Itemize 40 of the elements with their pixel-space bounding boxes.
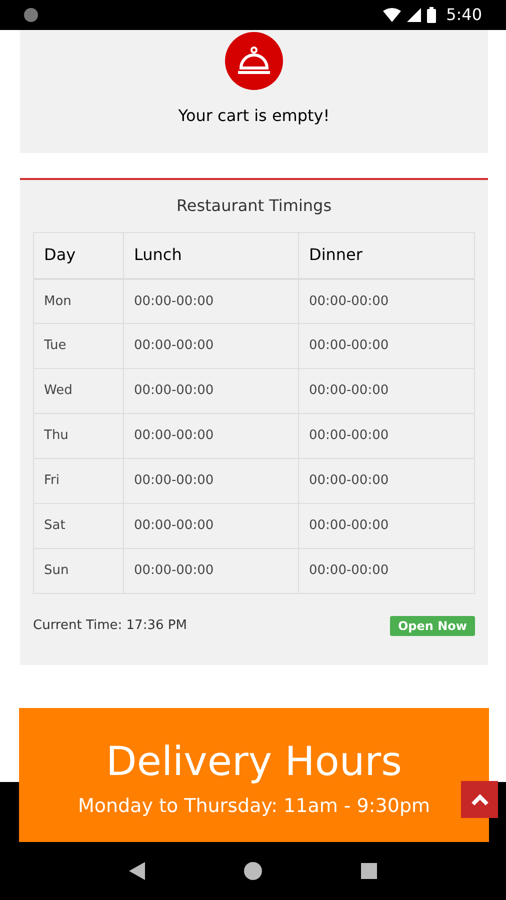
notification-dot-icon [24, 8, 38, 22]
table-cell: 00:00-00:00 [298, 548, 474, 594]
table-cell: 00:00-00:00 [124, 458, 298, 504]
table-cell: Sat [34, 504, 124, 548]
table-cell: 00:00-00:00 [124, 368, 298, 414]
scroll-top-button[interactable] [461, 781, 498, 818]
delivery-hours-text: Monday to Thursday: 11am - 9:30pm [78, 794, 430, 819]
table-cell: Tue [34, 324, 124, 368]
table-cell: Sun [34, 548, 124, 594]
column-header: Day [34, 232, 124, 278]
table-cell: 00:00-00:00 [298, 324, 474, 368]
table-cell: 00:00-00:00 [124, 504, 298, 548]
table-cell: 00:00-00:00 [298, 458, 474, 504]
table-cell: 00:00-00:00 [124, 548, 298, 594]
table-cell: Thu [34, 414, 124, 458]
home-icon[interactable] [244, 862, 262, 880]
column-header: Dinner [298, 232, 474, 278]
table-cell: 00:00-00:00 [298, 414, 474, 458]
table-cell: 00:00-00:00 [124, 414, 298, 458]
current-time: Current Time: 17:36 PM [33, 617, 187, 636]
delivery-title: Delivery Hours [106, 738, 402, 787]
back-icon[interactable] [129, 862, 146, 880]
table-cell: Wed [34, 368, 124, 414]
table-cell: Mon [34, 278, 124, 324]
table-cell: 00:00-00:00 [298, 504, 474, 548]
chevron-up-icon [470, 794, 488, 806]
table-cell: 00:00-00:00 [124, 278, 298, 324]
signal-icon [407, 8, 422, 22]
clock-time: 5:40 [446, 4, 482, 26]
table-cell: Fri [34, 458, 124, 504]
status-badge: Open Now [390, 616, 475, 636]
table-cell: 00:00-00:00 [124, 324, 298, 368]
recents-icon[interactable] [360, 863, 377, 879]
battery-icon [427, 7, 436, 23]
timings-title: Restaurant Timings [176, 195, 332, 217]
column-header: Lunch [124, 232, 298, 278]
wifi-icon [383, 8, 402, 22]
table-cell: 00:00-00:00 [298, 368, 474, 414]
table-cell: 00:00-00:00 [298, 278, 474, 324]
empty-cart-message: Your cart is empty! [178, 105, 330, 127]
